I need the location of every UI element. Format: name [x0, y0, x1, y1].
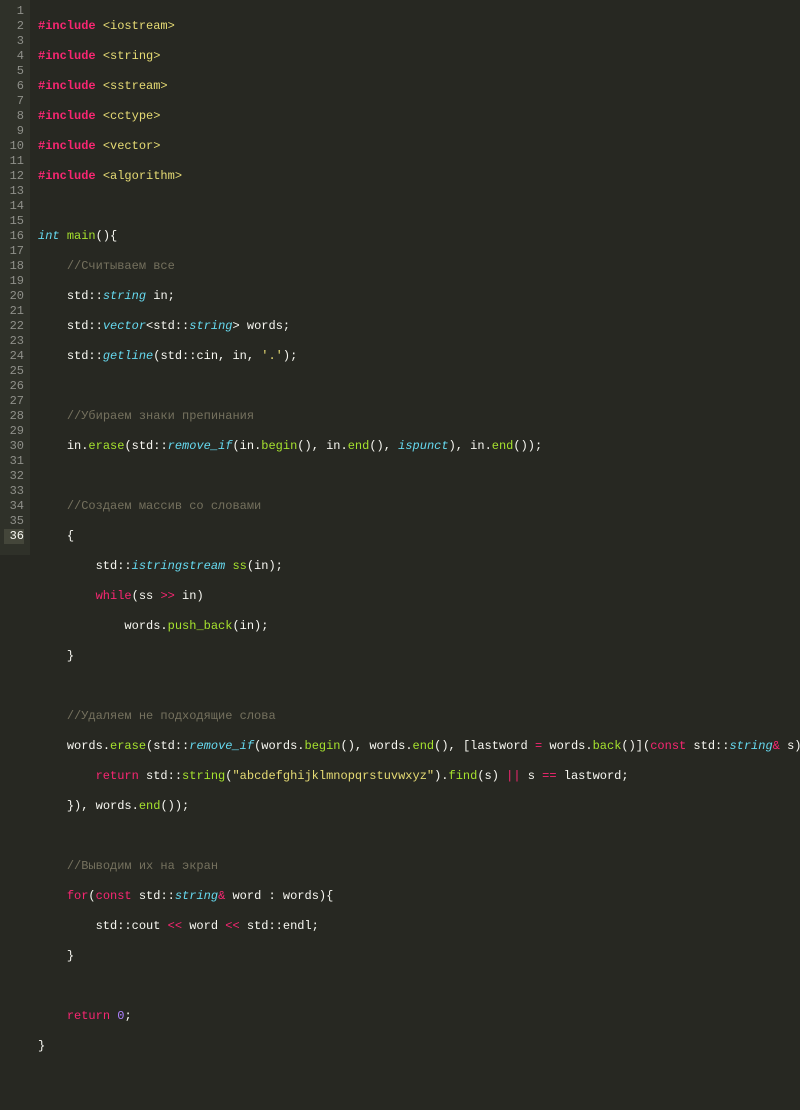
code-line: std::cout << word << std::endl;: [38, 919, 800, 934]
code-line: while(ss >> in): [38, 589, 800, 604]
line-number: 16: [4, 229, 24, 244]
line-number: 10: [4, 139, 24, 154]
line-number: 28: [4, 409, 24, 424]
line-number: 4: [4, 49, 24, 64]
line-number: 34: [4, 499, 24, 514]
line-number: 5: [4, 64, 24, 79]
line-number: 3: [4, 34, 24, 49]
code-line: //Убираем знаки препинания: [38, 409, 800, 424]
code-line: for(const std::string& word : words){: [38, 889, 800, 904]
code-line: [38, 469, 800, 484]
line-number: 2: [4, 19, 24, 34]
line-number: 19: [4, 274, 24, 289]
line-number: 8: [4, 109, 24, 124]
code-line: }), words.end());: [38, 799, 800, 814]
line-number: 17: [4, 244, 24, 259]
code-line: [38, 379, 800, 394]
line-number: 7: [4, 94, 24, 109]
line-number: 12: [4, 169, 24, 184]
code-line: std::vector<std::string> words;: [38, 319, 800, 334]
code-line: #include <string>: [38, 49, 800, 64]
code-line: words.push_back(in);: [38, 619, 800, 634]
code-line: return 0;: [38, 1009, 800, 1024]
code-line: std::istringstream ss(in);: [38, 559, 800, 574]
code-line: #include <vector>: [38, 139, 800, 154]
code-line: }: [38, 649, 800, 664]
code-line: //Выводим их на экран: [38, 859, 800, 874]
line-number: 26: [4, 379, 24, 394]
code-line: [38, 829, 800, 844]
line-number: 29: [4, 424, 24, 439]
line-number: 25: [4, 364, 24, 379]
line-number: 14: [4, 199, 24, 214]
code-editor: 1234567891011121314151617181920212223242…: [0, 0, 800, 555]
code-line: return std::string("abcdefghijklmnopqrst…: [38, 769, 800, 784]
code-line: [38, 979, 800, 994]
line-number: 33: [4, 484, 24, 499]
code-line: std::getline(std::cin, in, '.');: [38, 349, 800, 364]
code-line: words.erase(std::remove_if(words.begin()…: [38, 739, 800, 754]
code-line: std::string in;: [38, 289, 800, 304]
line-number: 18: [4, 259, 24, 274]
line-number: 13: [4, 184, 24, 199]
code-line: //Удаляем не подходящие слова: [38, 709, 800, 724]
code-line: //Считываем все: [38, 259, 800, 274]
line-number: 31: [4, 454, 24, 469]
code-line: int main(){: [38, 229, 800, 244]
code-area[interactable]: #include <iostream> #include <string> #i…: [30, 0, 800, 555]
code-line: }: [38, 949, 800, 964]
line-number: 15: [4, 214, 24, 229]
line-number: 30: [4, 439, 24, 454]
line-number: 23: [4, 334, 24, 349]
code-line: }: [38, 1039, 800, 1054]
code-line: [38, 199, 800, 214]
line-number: 21: [4, 304, 24, 319]
code-line: #include <sstream>: [38, 79, 800, 94]
code-line: //Создаем массив со словами: [38, 499, 800, 514]
code-line: [38, 1069, 800, 1084]
line-number: 27: [4, 394, 24, 409]
code-line: {: [38, 529, 800, 544]
code-line: #include <cctype>: [38, 109, 800, 124]
line-number: 22: [4, 319, 24, 334]
code-line: [38, 679, 800, 694]
code-line: in.erase(std::remove_if(in.begin(), in.e…: [38, 439, 800, 454]
line-number: 6: [4, 79, 24, 94]
line-number: 36: [4, 529, 24, 544]
line-number: 32: [4, 469, 24, 484]
code-line: #include <algorithm>: [38, 169, 800, 184]
line-number: 1: [4, 4, 24, 19]
line-number: 11: [4, 154, 24, 169]
line-number: 24: [4, 349, 24, 364]
code-line: #include <iostream>: [38, 19, 800, 34]
line-number: 9: [4, 124, 24, 139]
line-number-gutter: 1234567891011121314151617181920212223242…: [0, 0, 30, 555]
line-number: 20: [4, 289, 24, 304]
line-number: 35: [4, 514, 24, 529]
